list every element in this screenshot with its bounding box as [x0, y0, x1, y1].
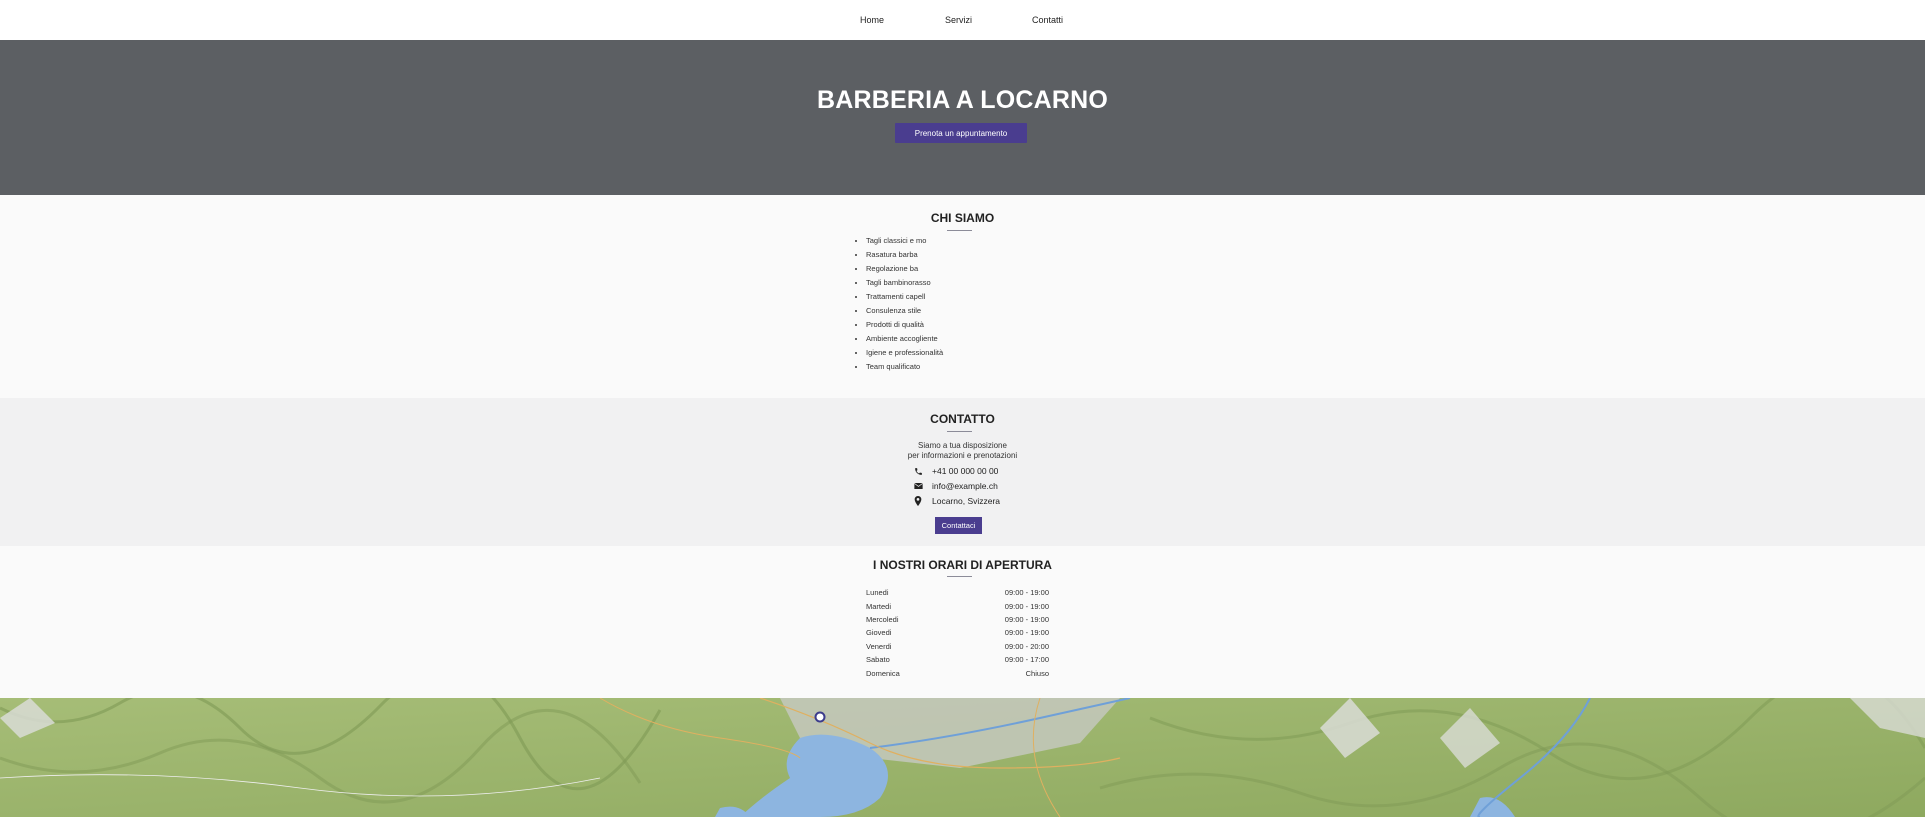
map-pin-icon	[913, 496, 923, 506]
list-item: Team qualificato	[866, 362, 943, 376]
hours-title: I NOSTRI ORARI DI APERTURA	[873, 558, 1052, 572]
top-nav: Home Servizi Contatti	[0, 0, 1925, 40]
list-item: Regolazione ba	[866, 264, 943, 278]
map-canvas[interactable]	[0, 698, 1925, 817]
about-section: CHI SIAMO Tagli classici e mo Rasatura b…	[0, 195, 1925, 398]
contact-button[interactable]: Contattaci	[935, 517, 982, 534]
hours-time: Chiuso	[1025, 668, 1049, 678]
contact-intro-line2: per informazioni e prenotazioni	[907, 451, 1018, 460]
hero-section: BARBERIA A LOCARNO Prenota un appuntamen…	[0, 40, 1925, 195]
hours-time: 09:00 - 17:00	[1004, 655, 1049, 665]
contact-location: Locarno, Svizzera	[932, 496, 1001, 506]
hero-title: BARBERIA A LOCARNO	[816, 86, 1109, 114]
contact-intro-line1: Siamo a tua disposizione	[918, 441, 1007, 450]
hours-day: Sabato	[866, 655, 890, 665]
list-item: Consulenza stile	[866, 306, 943, 320]
table-row: Martedi 09:00 - 19:00	[866, 599, 1049, 612]
hours-time: 09:00 - 19:00	[1004, 628, 1049, 638]
location-map[interactable]	[0, 698, 1925, 817]
list-item: Ambiente accogliente	[866, 334, 943, 348]
contact-location-row: Locarno, Svizzera	[913, 496, 1000, 506]
table-row: Sabato 09:00 - 17:00	[866, 653, 1049, 666]
list-item: Tagli classici e mo	[866, 236, 943, 250]
nav-home[interactable]: Home	[860, 15, 884, 25]
contact-email-row: info@example.ch	[913, 481, 998, 491]
hours-day: Venerdi	[866, 641, 892, 651]
list-item: Trattamenti capell	[866, 292, 943, 306]
hours-section: I NOSTRI ORARI DI APERTURA Lunedi 09:00 -…	[0, 546, 1925, 698]
contact-title-underline	[947, 431, 972, 432]
table-row: Venerdi 09:00 - 20:00	[866, 640, 1049, 653]
hours-day: Martedi	[866, 601, 892, 611]
hours-title-underline	[947, 576, 972, 577]
contact-title: CONTATTO	[930, 412, 995, 426]
book-appointment-button[interactable]: Prenota un appuntamento	[895, 123, 1027, 143]
table-row: Mercoledi 09:00 - 19:00	[866, 613, 1049, 626]
hours-time: 09:00 - 19:00	[1004, 614, 1049, 624]
hours-time: 09:00 - 20:00	[1004, 641, 1049, 651]
table-row: Giovedi 09:00 - 19:00	[866, 626, 1049, 639]
contact-phone[interactable]: +41 00 000 00 00	[932, 466, 998, 476]
table-row: Domenica Chiuso	[866, 666, 1049, 679]
table-row: Lunedi 09:00 - 19:00	[866, 586, 1049, 599]
mail-icon	[913, 481, 923, 491]
hours-day: Domenica	[866, 668, 900, 678]
services-list: Tagli classici e mo Rasatura barba Regol…	[854, 236, 943, 376]
hours-day: Mercoledi	[866, 614, 899, 624]
list-item: Prodotti di qualità	[866, 320, 943, 334]
hours-day: Lunedi	[866, 588, 889, 598]
hours-time: 09:00 - 19:00	[1004, 588, 1049, 598]
contact-phone-row: +41 00 000 00 00	[913, 466, 998, 476]
about-title-underline	[947, 230, 972, 231]
hours-day: Giovedi	[866, 628, 892, 638]
contact-email[interactable]: info@example.ch	[932, 481, 998, 491]
map-marker-icon[interactable]	[814, 711, 826, 723]
contact-intro: Siamo a tua disposizione per informazion…	[0, 441, 1925, 461]
list-item: Rasatura barba	[866, 250, 943, 264]
nav-contatti[interactable]: Contatti	[1032, 15, 1063, 25]
about-title: CHI SIAMO	[930, 211, 995, 225]
list-item: Igiene e professionalità	[866, 348, 943, 362]
contact-section: CONTATTO Siamo a tua disposizione per in…	[0, 398, 1925, 546]
list-item: Tagli bambinorasso	[866, 278, 943, 292]
hours-table: Lunedi 09:00 - 19:00 Martedi 09:00 - 19:00…	[866, 586, 1049, 680]
nav-servizi[interactable]: Servizi	[945, 15, 972, 25]
phone-icon	[913, 466, 923, 476]
hours-time: 09:00 - 19:00	[1004, 601, 1049, 611]
